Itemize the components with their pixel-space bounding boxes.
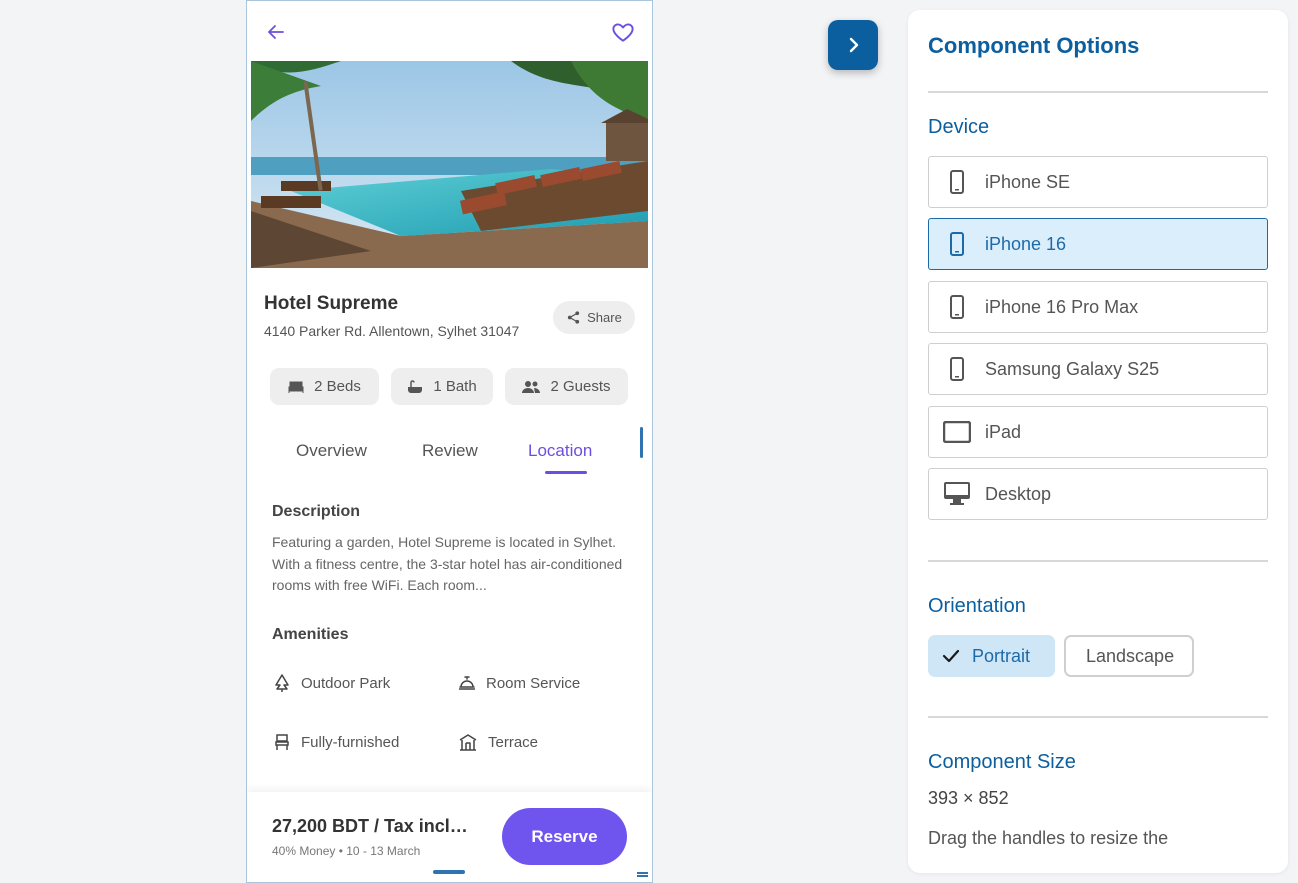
device-option-iphone-16[interactable]: iPhone 16	[928, 218, 1268, 270]
price-text: 27,200 BDT / Tax included	[272, 816, 478, 836]
reserve-button[interactable]: Reserve	[502, 808, 627, 865]
amenity-fully-furnished: Fully-furnished	[273, 733, 399, 751]
device-label: iPhone SE	[985, 171, 1071, 192]
tree-icon	[275, 674, 289, 692]
hotel-address: 4140 Parker Rd. Allentown, Sylhet 31047	[264, 323, 520, 339]
chip-guests-label: 2 Guests	[550, 378, 611, 395]
device-label: Desktop	[985, 483, 1052, 504]
component-size-value: 393 × 852	[928, 788, 1009, 808]
top-bar	[247, 1, 652, 61]
tab-overview[interactable]: Overview	[296, 441, 367, 461]
device-option-samsung-galaxy-s25[interactable]: Samsung Galaxy S25	[928, 343, 1268, 395]
terrace-icon	[459, 734, 477, 751]
device-option-ipad[interactable]: iPad	[928, 406, 1268, 458]
back-arrow-icon[interactable]	[265, 21, 287, 43]
chip-beds: 2 Beds	[270, 368, 379, 405]
amenity-label: Fully-furnished	[301, 733, 400, 751]
bathtub-icon	[408, 379, 423, 393]
amenities-heading: Amenities	[272, 626, 349, 643]
hotel-photo	[251, 61, 648, 268]
tab-scrollbar[interactable]	[640, 427, 643, 458]
phone-icon	[929, 282, 985, 332]
component-size-heading: Component Size	[928, 751, 1076, 773]
device-label: iPhone 16	[985, 233, 1067, 254]
chip-guests: 2 Guests	[505, 368, 628, 405]
tab-review[interactable]: Review	[422, 441, 478, 461]
active-tab-indicator	[545, 471, 587, 474]
description-text: Featuring a garden, Hotel Supreme is loc…	[272, 534, 623, 593]
amenity-terrace: Terrace	[458, 733, 538, 751]
amenity-label: Room Service	[486, 674, 581, 692]
resize-handle[interactable]	[637, 872, 648, 877]
check-icon	[942, 649, 960, 663]
device-label: Samsung Galaxy S25	[985, 358, 1160, 379]
amenity-label: Terrace	[488, 733, 539, 751]
resize-help-text: Drag the handles to resize the	[928, 828, 1169, 848]
divider	[928, 91, 1268, 93]
orientation-landscape-button[interactable]: Landscape	[1064, 635, 1194, 677]
orientation-label: Landscape	[1086, 645, 1175, 666]
amenity-room-service: Room Service	[458, 674, 580, 692]
description-heading: Description	[272, 503, 361, 520]
chevron-right-icon	[849, 37, 859, 53]
amenity-outdoor-park: Outdoor Park	[273, 674, 390, 692]
device-option-iphone-16-pro-max[interactable]: iPhone 16 Pro Max	[928, 281, 1268, 333]
orientation-heading: Orientation	[928, 595, 1026, 617]
device-label: iPhone 16 Pro Max	[985, 296, 1139, 317]
chip-bath-label: 1 Bath	[433, 378, 477, 395]
guests-icon	[522, 380, 541, 393]
device-option-desktop[interactable]: Desktop	[928, 468, 1268, 520]
amenity-label: Outdoor Park	[301, 674, 391, 692]
chip-bath: 1 Bath	[391, 368, 493, 405]
booking-details: 40% Money • 10 - 13 March	[272, 844, 421, 858]
device-option-iphone-se[interactable]: iPhone SE	[928, 156, 1268, 208]
share-icon	[568, 311, 580, 324]
phone-icon	[929, 219, 985, 269]
phone-icon	[929, 344, 985, 394]
bed-icon	[288, 381, 304, 393]
component-options-panel: Component Options Device iPhone SE iPhon…	[908, 10, 1288, 873]
device-heading: Device	[928, 116, 990, 138]
booking-bar: 27,200 BDT / Tax included 40% Money • 10…	[247, 792, 652, 882]
orientation-portrait-button[interactable]: Portrait	[928, 635, 1055, 677]
phone-icon	[929, 157, 985, 207]
room-service-icon	[459, 676, 475, 690]
tab-location[interactable]: Location	[528, 441, 592, 461]
phone-preview: Hotel Supreme 4140 Parker Rd. Allentown,…	[246, 0, 653, 883]
home-indicator	[433, 870, 465, 874]
divider	[928, 560, 1268, 562]
collapse-panel-button[interactable]	[828, 20, 878, 70]
detail-tabs: Overview Review Location	[247, 429, 652, 479]
hotel-name: Hotel Supreme	[264, 293, 399, 314]
chair-icon	[275, 734, 289, 750]
share-label: Share	[587, 310, 622, 325]
orientation-label: Portrait	[972, 645, 1031, 666]
divider	[928, 716, 1268, 718]
desktop-icon	[929, 469, 985, 519]
share-button[interactable]: Share	[553, 301, 635, 334]
panel-title: Component Options	[928, 33, 1140, 58]
heart-icon[interactable]	[610, 19, 636, 45]
tablet-icon	[929, 407, 985, 457]
device-label: iPad	[985, 421, 1022, 442]
chip-beds-label: 2 Beds	[314, 378, 361, 395]
